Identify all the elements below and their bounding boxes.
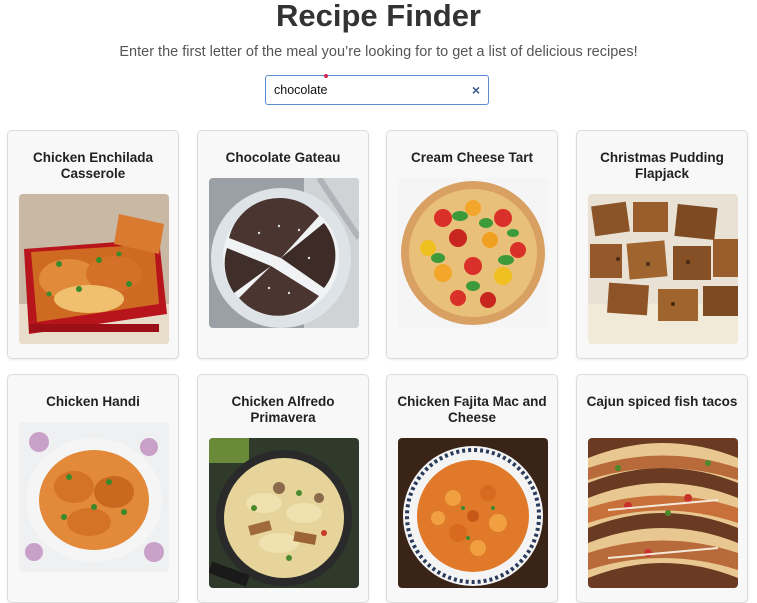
recipe-card[interactable]: Christmas Pudding Flapjack xyxy=(576,130,748,359)
recipe-card[interactable]: Cajun spiced fish tacos xyxy=(576,374,748,603)
fish-tacos-photo xyxy=(588,438,738,588)
curry-photo xyxy=(19,422,169,572)
mac-cheese-image[interactable] xyxy=(398,438,548,588)
pasta-pan-image[interactable] xyxy=(209,438,359,588)
recipe-finder-page: Recipe Finder Enter the first letter of … xyxy=(0,0,757,603)
recipe-card[interactable]: Chicken Enchilada Casserole xyxy=(7,130,179,359)
recipe-name: Chicken Fajita Mac and Cheese xyxy=(397,394,547,425)
focus-indicator-dot xyxy=(324,74,328,78)
chocolate-cake-image[interactable] xyxy=(209,178,359,328)
tomato-tart-photo xyxy=(398,178,548,328)
recipe-card[interactable]: Chicken Handi xyxy=(7,374,179,603)
page-title: Recipe Finder xyxy=(276,0,481,33)
recipe-card[interactable]: Chicken Alfredo Primavera xyxy=(197,374,369,603)
recipe-card[interactable]: Cream Cheese Tart xyxy=(386,130,558,359)
recipe-name: Chicken Alfredo Primavera xyxy=(231,394,335,425)
recipe-name: Chocolate Gateau xyxy=(225,150,341,165)
flapjack-image[interactable] xyxy=(588,194,738,344)
recipe-name: Cajun spiced fish tacos xyxy=(586,394,738,409)
recipe-name: Christmas Pudding Flapjack xyxy=(600,150,724,181)
recipe-name: Chicken Enchilada Casserole xyxy=(32,150,154,181)
recipe-name: Cream Cheese Tart xyxy=(410,150,534,165)
recipe-card[interactable]: Chocolate Gateau xyxy=(197,130,369,359)
mac-cheese-photo xyxy=(398,438,548,588)
casserole-photo xyxy=(19,194,169,344)
pasta-pan-photo xyxy=(209,438,359,588)
search-box: × xyxy=(265,74,489,105)
page-subtitle: Enter the first letter of the meal you’r… xyxy=(119,44,638,60)
clear-search-icon[interactable]: × xyxy=(472,82,480,98)
flapjack-photo xyxy=(588,194,738,344)
chocolate-cake-photo xyxy=(209,178,359,328)
recipe-name: Chicken Handi xyxy=(46,394,140,409)
fish-tacos-image[interactable] xyxy=(588,438,738,588)
recipe-card[interactable]: Chicken Fajita Mac and Cheese xyxy=(386,374,558,603)
casserole-image[interactable] xyxy=(19,194,169,344)
curry-image[interactable] xyxy=(19,422,169,572)
search-input[interactable] xyxy=(274,81,464,99)
tomato-tart-image[interactable] xyxy=(398,178,548,328)
